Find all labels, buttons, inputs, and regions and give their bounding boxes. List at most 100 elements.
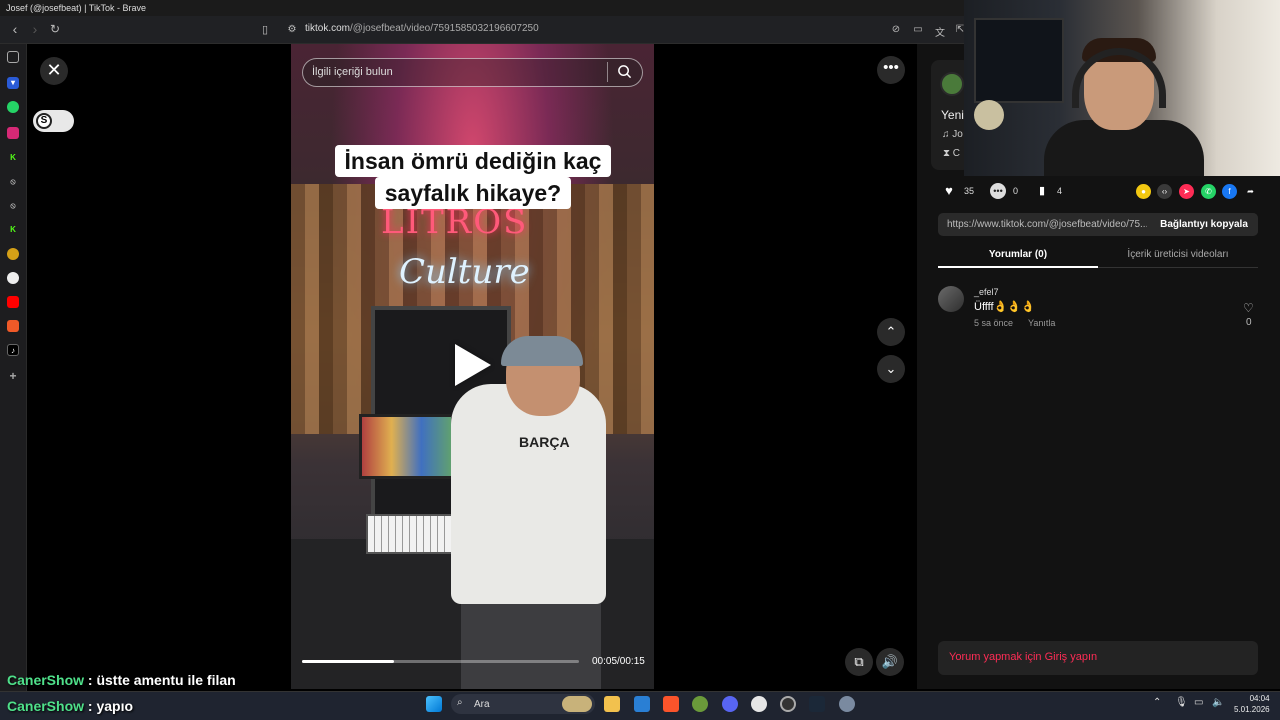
facebook-share-icon[interactable]: f xyxy=(1222,184,1237,199)
coin-share-icon[interactable]: ● xyxy=(1136,184,1151,199)
video-caption: İnsan ömrü dediğin kaç sayfalık hikaye? xyxy=(331,145,615,209)
taskbar-clock[interactable]: 04:04 5.01.2026 xyxy=(1234,693,1270,715)
progress-bar-fill xyxy=(302,660,395,663)
previous-video-chevron-up-icon[interactable]: ⌃ xyxy=(877,318,905,346)
comment-text: Üffff👌👌👌 xyxy=(974,301,1035,313)
obs-icon[interactable] xyxy=(751,696,767,712)
youtube-sidebar-icon[interactable] xyxy=(7,296,19,308)
chat-text: : yapıo xyxy=(84,698,134,714)
discord-icon[interactable] xyxy=(722,696,738,712)
cast-icon[interactable]: ▭ xyxy=(909,24,927,35)
music-row[interactable]: ♫ Jo xyxy=(942,129,963,140)
creator-heading: Yeni xyxy=(941,108,964,122)
more-options-icon[interactable]: ••• xyxy=(877,56,905,84)
whatsapp-sidebar-icon[interactable] xyxy=(7,101,19,113)
chat-message: CanerShow : yapıo xyxy=(7,698,133,714)
video-scene-person-cap xyxy=(501,336,583,366)
save-count: 4 xyxy=(1057,186,1063,196)
webcam-overlay xyxy=(964,0,1280,176)
copy-link-url: https://www.tiktok.com/@josefbeat/video/… xyxy=(947,219,1147,230)
site-settings-icon[interactable]: ⚙ xyxy=(283,24,301,35)
window-title: Josef (@josefbeat) | TikTok - Brave xyxy=(6,3,147,13)
reload-icon[interactable]: ↻ xyxy=(46,22,64,36)
comment-icon[interactable]: ••• xyxy=(990,183,1006,199)
file-explorer-icon[interactable] xyxy=(604,696,620,712)
bookmarks-sidebar-icon[interactable]: ▾ xyxy=(7,77,19,89)
like-count: 35 xyxy=(964,186,975,196)
neon-sign-bottom: Culture xyxy=(399,252,530,292)
video-scene-person-shirt xyxy=(451,384,606,604)
store-icon[interactable] xyxy=(634,696,650,712)
speaker-icon[interactable]: 🔈 xyxy=(1212,697,1224,708)
brave-icon[interactable] xyxy=(663,696,679,712)
s-icon: S xyxy=(36,113,52,129)
comment-like-count: 0 xyxy=(1246,317,1252,328)
comment-reply-button[interactable]: Yanıtla xyxy=(1028,318,1055,328)
like-icon[interactable]: ♥ xyxy=(941,183,957,199)
app-sidebar-icon-2[interactable] xyxy=(7,272,19,284)
microphone-icon[interactable]: 🎙 xyxy=(1175,697,1188,708)
comment-avatar[interactable] xyxy=(938,286,964,312)
bookmark-icon[interactable]: ▯ xyxy=(256,23,274,36)
add-sidebar-icon[interactable]: + xyxy=(7,370,19,382)
browser-sidebar: ▾ K ⦸ ⦸ K ♪ + xyxy=(0,44,27,691)
whatsapp-share-icon[interactable]: ✆ xyxy=(1201,184,1216,199)
creator-avatar[interactable] xyxy=(940,72,964,96)
comment-time: 5 sa önce xyxy=(974,318,1014,328)
share-arrow-icon[interactable]: ➦ xyxy=(1243,184,1258,199)
steam-icon[interactable] xyxy=(809,696,825,712)
comment-login-prompt[interactable]: Yorum yapmak için Giriş yapın xyxy=(949,651,1097,663)
tab-comments[interactable]: Yorumlar (0) xyxy=(938,244,1098,268)
windows-start-icon[interactable] xyxy=(426,696,442,712)
copy-link-button[interactable]: Bağlantıyı kopyala xyxy=(1150,213,1258,236)
embed-icon[interactable]: ‹› xyxy=(1157,184,1172,199)
url-domain: tiktok.com xyxy=(305,23,351,34)
forward-icon[interactable]: › xyxy=(26,21,44,37)
tab-creator-videos[interactable]: İçerik üreticisi videoları xyxy=(1098,244,1258,268)
translate-icon[interactable]: 文 xyxy=(931,24,949,39)
settings-icon[interactable] xyxy=(839,696,855,712)
kick-sidebar-icon-2[interactable]: K xyxy=(7,224,19,236)
related-search-placeholder: İlgili içeriği bulun xyxy=(312,66,393,78)
volume-icon[interactable]: 🔊 xyxy=(876,648,904,676)
app-taskbar-icon-2[interactable] xyxy=(780,696,796,712)
app-taskbar-icon[interactable] xyxy=(692,696,708,712)
webcam-microphone xyxy=(974,100,1004,130)
search-highlight-icon xyxy=(562,696,592,712)
effect-row[interactable]: ⧗ C xyxy=(943,148,960,159)
app-sidebar-icon-3[interactable] xyxy=(7,320,19,332)
chat-username: CanerShow xyxy=(7,672,85,688)
instagram-sidebar-icon[interactable] xyxy=(7,127,19,139)
close-video-button[interactable]: ✕ xyxy=(40,57,68,85)
send-share-icon[interactable]: ➤ xyxy=(1179,184,1194,199)
search-icon[interactable] xyxy=(617,64,632,79)
video-scene-monitor xyxy=(359,414,454,479)
picture-in-picture-icon[interactable]: ⧉ xyxy=(845,648,873,676)
app-sidebar-icon[interactable] xyxy=(7,248,19,260)
next-video-chevron-down-icon[interactable]: ⌄ xyxy=(877,355,905,383)
chat-username: CanerShow xyxy=(7,698,85,714)
clock-date: 5.01.2026 xyxy=(1234,705,1270,714)
play-icon[interactable] xyxy=(455,344,491,386)
bookmark-save-icon[interactable]: ▮ xyxy=(1034,183,1050,199)
muted-sidebar-icon-2[interactable]: ⦸ xyxy=(7,200,19,212)
no-translate-icon[interactable]: ⊘ xyxy=(887,24,905,35)
comment-count: 0 xyxy=(1013,186,1019,196)
taskbar-search-icon: ⌕ xyxy=(457,697,463,708)
webcam-acoustic-panel xyxy=(974,18,1064,103)
tray-chevron-up-icon[interactable]: ⌃ xyxy=(1153,697,1161,708)
sidebar-toggle-icon[interactable] xyxy=(7,51,19,63)
comment-username[interactable]: _efel7 xyxy=(974,287,999,297)
back-icon[interactable]: ‹ xyxy=(6,21,24,37)
extension-toggle[interactable]: S xyxy=(33,110,74,132)
shirt-text: BARÇA xyxy=(519,434,570,450)
url-path: /@josefbeat/video/7591585032196607250 xyxy=(350,23,539,34)
network-icon[interactable]: ▭ xyxy=(1194,697,1203,708)
comment-like-heart-icon[interactable]: ♡ xyxy=(1243,301,1254,315)
taskbar-search-label: Ara xyxy=(474,699,490,710)
kick-sidebar-icon[interactable]: K xyxy=(7,152,19,164)
search-divider xyxy=(607,62,608,82)
muted-sidebar-icon[interactable]: ⦸ xyxy=(7,176,19,188)
tiktok-sidebar-icon[interactable]: ♪ xyxy=(7,344,19,356)
address-bar-url[interactable]: tiktok.com/@josefbeat/video/759158503219… xyxy=(305,23,539,34)
